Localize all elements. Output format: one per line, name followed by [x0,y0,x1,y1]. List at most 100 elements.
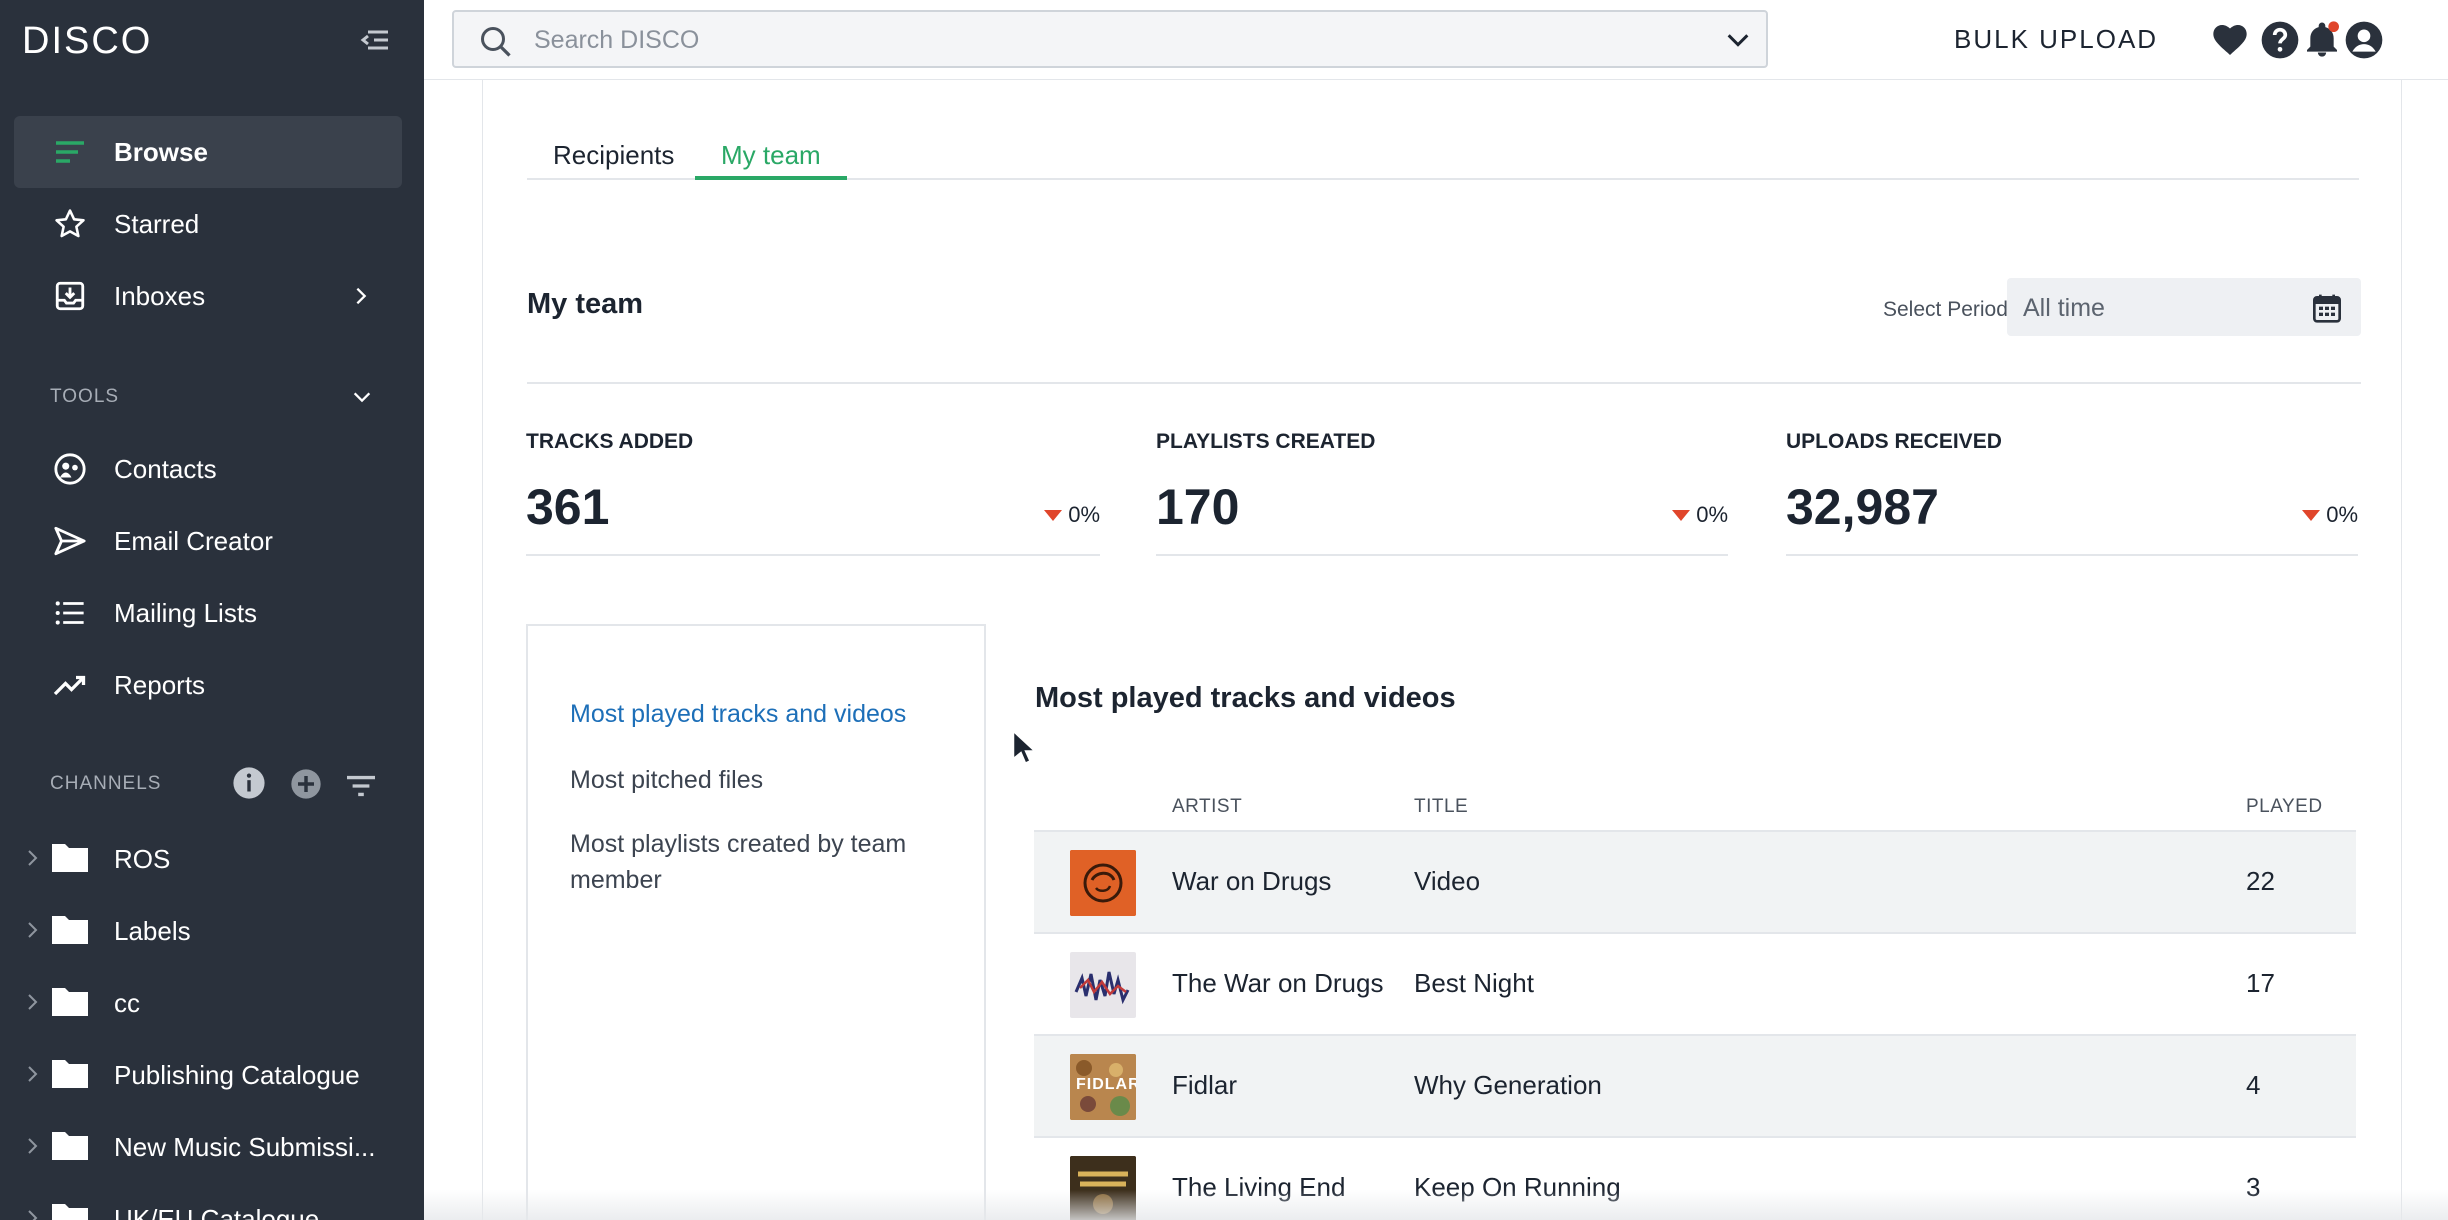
column-header-played[interactable]: PLAYED [2246,796,2323,818]
divider [527,382,2361,384]
table-row[interactable]: FIDLAR Fidlar Why Generation 4 [1034,1036,2356,1138]
info-icon[interactable] [232,766,266,800]
sidebar-item-starred[interactable]: Starred [14,188,402,260]
fidlar-artwork: FIDLAR [1070,1054,1136,1120]
send-icon [52,523,88,559]
bulk-upload-button[interactable]: BULK UPLOAD [1954,24,2158,55]
stat-change: 0% [1044,502,1100,528]
tab-bar: Recipients My team [527,130,2359,180]
channel-label: Labels [114,916,191,946]
title-cell: Best Night [1414,968,1534,998]
channel-label: Publishing Catalogue [114,1060,360,1090]
sidebar-item-label: Starred [114,208,200,239]
column-header-artist[interactable]: ARTIST [1172,796,1242,818]
stat-change: 0% [1672,502,1728,528]
stat-uploads-received-card: UPLOADS RECEIVED 32,987 0% [1786,430,2358,556]
artist-cell: The War on Drugs [1172,968,1384,998]
heart-icon[interactable] [2210,20,2250,60]
user-avatar-icon[interactable] [2344,20,2384,60]
folder-icon [52,1204,88,1220]
channel-label: ROS [114,844,171,874]
table-row[interactable]: The War on Drugs Best Night 17 [1034,934,2356,1036]
contacts-icon [52,451,88,487]
inbox-icon [52,278,88,314]
tab-recipients[interactable]: Recipients [527,130,700,180]
stat-value: 170 [1156,479,1240,535]
stat-change-value: 0% [2326,502,2358,527]
title-cell: Why Generation [1414,1070,1602,1100]
notification-bell-icon[interactable] [2302,20,2342,60]
tab-my-team[interactable]: My team [695,130,847,180]
channel-item[interactable]: ROS [0,828,424,888]
down-arrow-icon [2302,509,2321,521]
chevron-down-icon[interactable] [1724,28,1752,52]
channel-item[interactable]: UK/EU Catalogue [0,1188,424,1220]
star-icon [52,206,88,242]
stat-label: TRACKS ADDED [526,430,694,453]
sidebar-item-label: Browse [114,136,208,167]
search-box[interactable] [452,10,1768,68]
filter-icon[interactable] [344,772,378,800]
chevron-right-icon[interactable] [24,919,42,941]
collapse-sidebar-icon[interactable] [356,24,396,60]
search-input[interactable] [534,22,1674,58]
stat-tracks-added-card: TRACKS ADDED 361 0% [526,430,1100,556]
fidlar-artwork-text: FIDLAR [1076,1076,1136,1093]
table-row[interactable]: War on Drugs Video 22 [1034,832,2356,934]
channel-label: New Music Submissi... [114,1132,376,1162]
browse-lines-icon [52,134,88,170]
calendar-icon[interactable] [2311,292,2343,324]
report-link-most-playlists[interactable]: Most playlists created by team member [570,826,960,898]
report-link-most-pitched[interactable]: Most pitched files [570,762,960,798]
search-icon [481,27,511,57]
sidebar-item-browse[interactable]: Browse [14,116,402,188]
orange-swirl-artwork [1070,850,1136,916]
channel-item[interactable]: cc [0,972,424,1032]
folder-icon [52,1060,88,1088]
chevron-right-icon [356,287,367,305]
sidebar-item-label: Mailing Lists [114,597,258,628]
folder-icon [52,916,88,944]
sidebar-item-inboxes[interactable]: Inboxes [14,260,402,332]
add-channel-icon[interactable] [290,768,322,800]
sidebar-item-mailing-lists[interactable]: Mailing Lists [14,577,402,649]
sidebar-item-email-creator[interactable]: Email Creator [14,505,402,577]
sidebar-item-label: Inboxes [114,280,206,311]
trend-icon [52,667,88,703]
channel-label: UK/EU Catalogue [114,1204,320,1220]
sidebar-item-contacts[interactable]: Contacts [14,433,402,505]
column-header-title[interactable]: TITLE [1414,796,1468,818]
disco-logo[interactable]: DISCO [22,20,152,63]
tools-section-label: TOOLS [50,386,120,407]
select-period-label: Select Period [1883,298,2008,321]
sidebar: DISCO Browse Starred Inboxes TOOLS Conta… [0,0,424,1220]
chevron-down-icon[interactable] [350,386,374,408]
list-icon [52,595,88,631]
chevron-right-icon[interactable] [24,991,42,1013]
stat-value: 361 [526,479,610,535]
help-icon[interactable] [2260,20,2300,60]
sidebar-item-label: Contacts [114,453,217,484]
channels-section-label: CHANNELS [50,773,162,794]
chevron-right-icon[interactable] [24,1207,42,1220]
report-list-card: Most played tracks and videos Most pitch… [526,624,986,1220]
played-cell: 17 [2246,968,2275,998]
top-bar: BULK UPLOAD [424,0,2448,80]
stat-value: 32,987 [1786,479,1939,535]
chevron-right-icon[interactable] [24,1063,42,1085]
artist-cell: War on Drugs [1172,866,1332,896]
chevron-right-icon[interactable] [24,1135,42,1157]
chevron-right-icon[interactable] [24,847,42,869]
stat-change: 0% [2302,502,2358,528]
table-title: Most played tracks and videos [1035,682,1456,714]
channel-item[interactable]: Labels [0,900,424,960]
channel-item[interactable]: Publishing Catalogue [0,1044,424,1104]
played-cell: 22 [2246,866,2275,896]
channel-item[interactable]: New Music Submissi... [0,1116,424,1176]
stat-change-value: 0% [1696,502,1728,527]
blurred-portrait-artwork [1070,952,1136,1018]
period-picker[interactable]: All time [2007,278,2361,336]
folder-icon [52,1132,88,1160]
report-link-most-played[interactable]: Most played tracks and videos [570,696,960,732]
sidebar-item-reports[interactable]: Reports [14,649,402,721]
